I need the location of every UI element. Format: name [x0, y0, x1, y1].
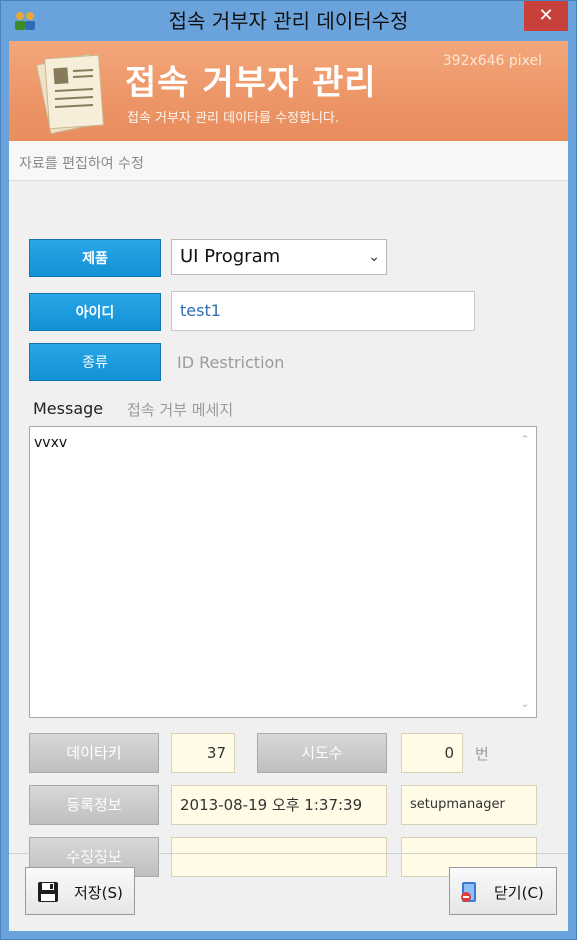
- attempts-label-button[interactable]: 시도수: [257, 733, 387, 773]
- id-input[interactable]: test1: [171, 291, 475, 331]
- product-select-value: UI Program: [180, 246, 281, 267]
- hint-text: 자료를 편집하여 수정: [19, 156, 144, 172]
- close-button-label: 닫기(C): [494, 884, 544, 902]
- window-close-button[interactable]: ✕: [524, 1, 568, 31]
- type-label-button[interactable]: 종류: [29, 343, 161, 381]
- close-button[interactable]: 닫기(C): [449, 867, 557, 915]
- datakey-field: 37: [171, 733, 235, 773]
- title-bar[interactable]: 접속 거부자 관리 데이터수정 ✕: [1, 1, 576, 41]
- footer-divider: [9, 853, 568, 854]
- attempts-unit: 번: [475, 745, 489, 763]
- save-button[interactable]: 저장(S): [25, 867, 135, 915]
- reg-user-field: setupmanager: [401, 785, 537, 825]
- exit-door-icon: [461, 882, 476, 902]
- dialog-body: 접속 거부자 관리 접속 거부자 관리 데이타를 수정합니다. 392x646 …: [9, 41, 568, 931]
- banner-title: 접속 거부자 관리: [125, 63, 377, 103]
- product-select[interactable]: UI Program ⌄: [171, 239, 387, 275]
- id-label-button[interactable]: 아이디: [29, 293, 161, 331]
- banner-size-note: 392x646 pixel: [442, 53, 542, 69]
- floppy-disk-icon: [38, 882, 58, 902]
- header-banner: 접속 거부자 관리 접속 거부자 관리 데이타를 수정합니다. 392x646 …: [9, 41, 568, 141]
- message-textarea[interactable]: vvxv ⌃ ⌄: [29, 426, 537, 718]
- banner-subtitle: 접속 거부자 관리 데이타를 수정합니다.: [127, 111, 340, 126]
- scroll-up-icon[interactable]: ⌃: [518, 433, 532, 447]
- message-label: Message: [33, 399, 104, 418]
- scroll-down-icon[interactable]: ⌄: [518, 697, 532, 711]
- product-label-button[interactable]: 제품: [29, 239, 161, 277]
- message-text: vvxv: [34, 435, 68, 451]
- reg-info-label-button[interactable]: 등록정보: [29, 785, 159, 825]
- reg-date-field: 2013-08-19 오후 1:37:39: [171, 785, 387, 825]
- edit-form: 제품 UI Program ⌄ 아이디 test1 종류 ID Restrict…: [9, 181, 568, 877]
- chevron-down-icon: ⌄: [368, 249, 380, 265]
- message-hint: 접속 거부 메세지: [127, 401, 234, 419]
- attempts-field: 0: [401, 733, 463, 773]
- type-value: ID Restriction: [177, 353, 285, 372]
- app-window: 접속 거부자 관리 데이터수정 ✕ 접속 거부자 관리 접속 거부자 관리 데이…: [0, 0, 577, 940]
- mod-date-field: [171, 837, 387, 877]
- documents-icon: [35, 53, 105, 135]
- window-title: 접속 거부자 관리 데이터수정: [168, 9, 409, 33]
- hint-bar: 자료를 편집하여 수정: [9, 141, 568, 181]
- datakey-label-button[interactable]: 데이타키: [29, 733, 159, 773]
- save-button-label: 저장(S): [74, 884, 123, 902]
